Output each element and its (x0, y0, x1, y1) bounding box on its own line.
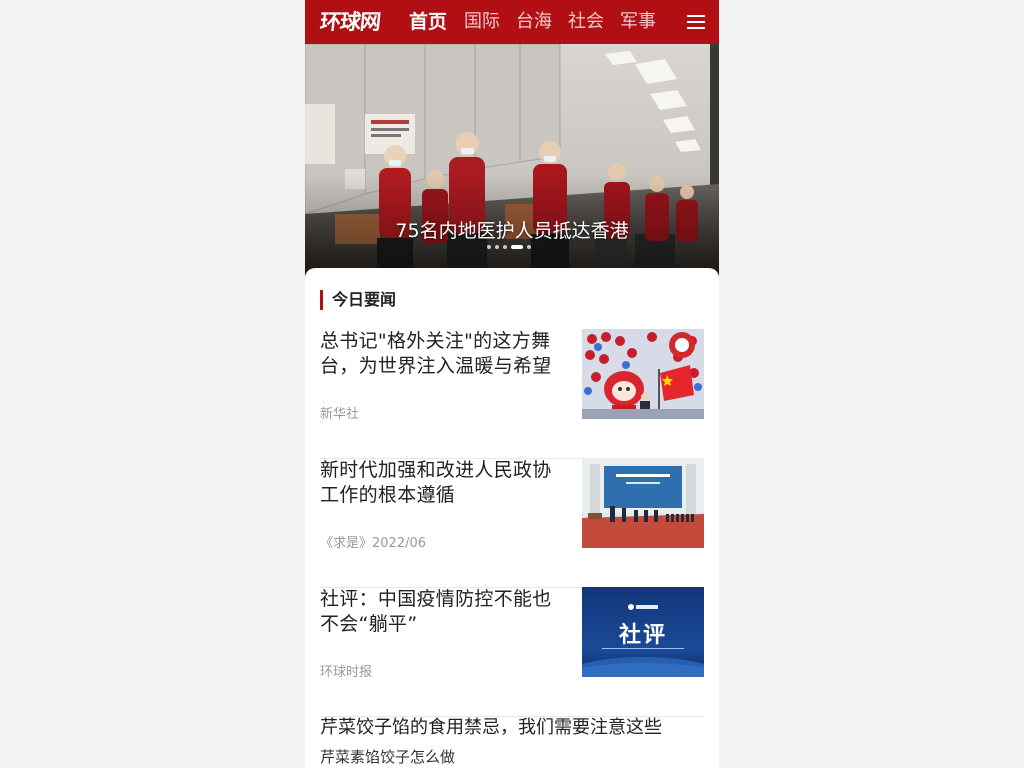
news-item-source: 《求是》2022/06 (320, 536, 427, 551)
news-item[interactable]: 总书记"格外关注"的这方舞台，为世界注入温暖与希望 新华社 (320, 329, 704, 459)
nav-tab-home[interactable]: 首页 (409, 0, 447, 44)
nav-tab-society[interactable]: 社会 (568, 0, 604, 44)
news-item-source: 新华社 (320, 407, 360, 422)
nav-tab-international[interactable]: 国际 (464, 0, 500, 44)
phone-page: 环球网 首页 国际 台海 社会 军事 75名内地医护人员抵达香港 今日要闻 总书… (305, 0, 719, 768)
carousel-dot[interactable] (503, 245, 507, 249)
channel-nav: 首页 国际 台海 社会 军事 (409, 0, 672, 44)
carousel-dot[interactable] (527, 245, 531, 249)
nav-tab-military[interactable]: 军事 (620, 0, 656, 44)
carousel-dot[interactable] (487, 245, 491, 249)
headline-carousel[interactable]: 75名内地医护人员抵达香港 (305, 44, 719, 280)
editorial-thumbnail-label: 社评 (618, 623, 667, 648)
carousel-indicator (487, 245, 535, 249)
site-logo[interactable]: 环球网 (319, 8, 382, 36)
news-feed: 今日要闻 总书记"格外关注"的这方舞台，为世界注入温暖与希望 新华社 新时代加强… (305, 268, 719, 768)
news-item-text[interactable]: 芹菜饺子馅的食用禁忌，我们需要注意这些 芹菜素馅饺子怎么做 (320, 716, 704, 767)
top-nav-bar: 环球网 首页 国际 台海 社会 军事 (305, 0, 719, 44)
news-item-title[interactable]: 新时代加强和改进人民政协工作的根本遵循 (320, 458, 565, 508)
editorial-thumbnail[interactable]: 社评 (582, 587, 704, 677)
carousel-dot[interactable] (495, 245, 499, 249)
news-item-title[interactable]: 总书记"格外关注"的这方舞台，为世界注入温暖与希望 (320, 329, 565, 379)
nav-tab-taiwan[interactable]: 台海 (516, 0, 552, 44)
banner-caption[interactable]: 75名内地医护人员抵达香港 (305, 216, 719, 243)
news-item-subtitle[interactable]: 芹菜素馅饺子怎么做 (320, 746, 704, 767)
news-item-source: 环球时报 (320, 665, 373, 680)
news-item[interactable]: 社评：中国疫情防控不能也不会“躺平” 环球时报 社评 (320, 587, 704, 717)
news-item-title[interactable]: 社评：中国疫情防控不能也不会“躺平” (320, 587, 565, 637)
hamburger-menu-icon[interactable] (687, 12, 705, 32)
carousel-dot-active[interactable] (511, 245, 523, 249)
news-item-thumbnail[interactable] (582, 458, 704, 548)
news-item-thumbnail[interactable] (582, 329, 704, 419)
section-title: 今日要闻 (320, 290, 396, 310)
news-item-title[interactable]: 芹菜饺子馅的食用禁忌，我们需要注意这些 (320, 716, 704, 740)
news-item[interactable]: 新时代加强和改进人民政协工作的根本遵循 《求是》2022/06 (320, 458, 704, 588)
